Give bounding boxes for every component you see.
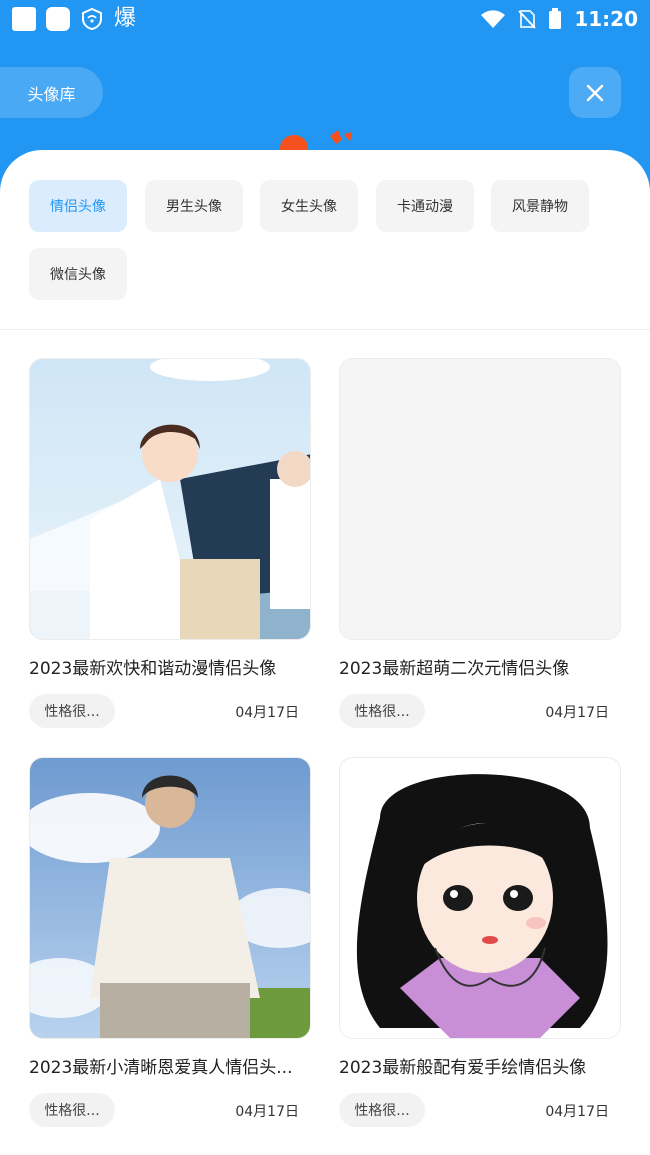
no-sim-icon [518,10,537,29]
card-title[interactable]: 2023最新般配有爱手绘情侣头像 [339,1053,629,1078]
category-chip-scenery[interactable]: 风景静物 [491,180,589,232]
category-chip-girls[interactable]: 女生头像 [260,180,358,232]
hand-drawn-girl-image [340,758,620,1038]
real-person-image [30,758,310,1038]
anime-couple-image [30,359,310,639]
category-chip-wechat[interactable]: 微信头像 [29,248,127,300]
close-icon [586,84,604,101]
card-title[interactable]: 2023最新小清晰恩爱真人情侣头... [29,1053,319,1078]
card-tag: 性格很... [29,694,115,728]
close-button[interactable] [569,67,621,118]
card-date: 04月17日 [545,705,609,721]
card-thumbnail[interactable] [29,757,311,1039]
card-date: 04月17日 [545,1104,609,1120]
status-bar: 爆 11:20 [0,0,650,38]
avatar-library-button[interactable]: 头像库 [0,67,103,118]
battery-icon [549,8,562,29]
card-thumbnail[interactable] [29,358,311,640]
notification-icon [12,7,36,31]
card-title[interactable]: 2023最新超萌二次元情侣头像 [339,654,629,679]
shield-wifi-icon [82,7,102,31]
wifi-icon [481,10,506,28]
app-notification-glyph: 爆 [114,6,137,31]
category-chip-boys[interactable]: 男生头像 [145,180,243,232]
card-tag: 性格很... [339,1093,425,1127]
content-sheet: 情侣头像 男生头像 女生头像 卡通动漫 风景静物 微信头像 2023最新欢快和谐… [0,150,650,1155]
status-time: 11:20 [574,7,638,31]
card-date: 04月17日 [235,1104,299,1120]
notification-icon [46,7,70,31]
category-chip-anime[interactable]: 卡通动漫 [376,180,474,232]
card-thumbnail-placeholder[interactable] [339,358,621,640]
card-tag: 性格很... [29,1093,115,1127]
card-date: 04月17日 [235,705,299,721]
category-chip-couple[interactable]: 情侣头像 [29,180,127,232]
card-title[interactable]: 2023最新欢快和谐动漫情侣头像 [29,654,319,679]
card-tag: 性格很... [339,694,425,728]
category-bar: 情侣头像 男生头像 女生头像 卡通动漫 风景静物 微信头像 [0,150,650,330]
card-thumbnail[interactable] [339,757,621,1039]
